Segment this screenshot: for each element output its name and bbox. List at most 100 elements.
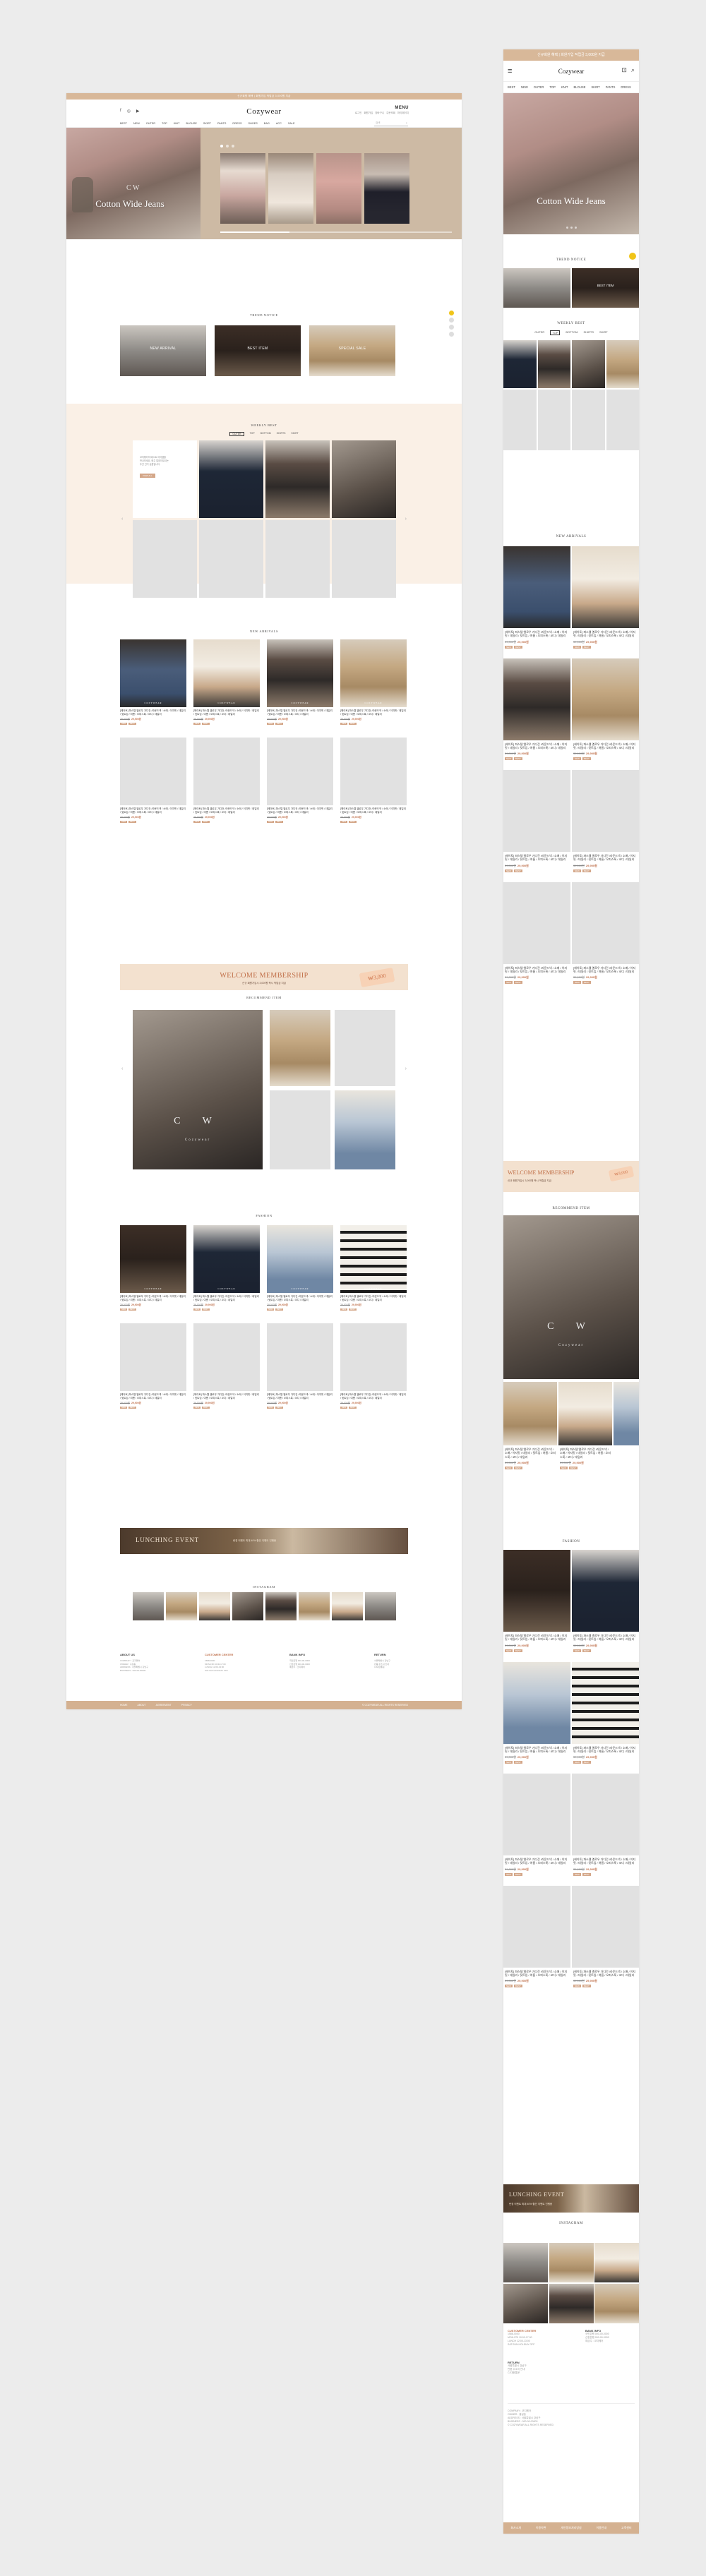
nav-item[interactable]: TOP [162, 122, 167, 125]
product-card[interactable]: [헤이토] 파스텔 옐로우 가디건 /라운드넥 / 소매 / 이지핏 / 데일리… [503, 1774, 570, 1876]
product-name[interactable]: [헤이토] 파스텔 옐로우 가디건 /라운드넥 / 소매 / 이지핏 / 데일리… [503, 630, 570, 638]
mobile-launch-banner[interactable]: LUNCHING EVENT 런칭 이벤트 최대 40% 할인 이벤트 진행중 [503, 2184, 639, 2213]
product-name[interactable]: [헤이토] 파스텔 옐로우 가디건 /라운드넥 / 소매 / 이지핏 / 데일리… [572, 966, 639, 974]
product-image[interactable]: COZYWEAR [193, 1225, 260, 1293]
product-name[interactable]: [헤이토] 파스텔 옐로우 가디건 /라운드넥 / 소매 / 이지핏 / 데일리… [572, 1634, 639, 1642]
weekly-product-placeholder[interactable] [606, 390, 639, 450]
product-image-placeholder[interactable] [503, 1774, 570, 1856]
weekly-product-image[interactable] [503, 340, 537, 388]
product-image-placeholder[interactable] [503, 881, 570, 964]
product-name[interactable]: [헤이토] 파스텔 옐로우 가디건 /라운드넥 / 소매 / 이지핏 / 데일리… [120, 709, 186, 716]
product-image[interactable]: COZYWEAR [120, 1225, 186, 1293]
nav-item[interactable]: OUTER [146, 122, 155, 125]
mobile-logo[interactable]: Cozywear [503, 68, 639, 75]
product-card[interactable]: COZYWEAR [헤이토] 파스텔 옐로우 가디건 /라운드넥 / 소매 / 이… [193, 1225, 260, 1311]
search-input[interactable]: 검색 ⌕ [374, 121, 408, 126]
tab-outer[interactable]: OUTER [534, 330, 544, 335]
weekly-product-placeholder[interactable] [572, 390, 605, 450]
product-name[interactable]: [헤이토] 파스텔 옐로우 가디건 /라운드넥 / 소매 / 이지핏 / 데일리… [193, 1393, 260, 1400]
product-name[interactable]: [헤이토] 파스텔 옐로우 가디건 /라운드넥 / 소매 / 이지핏 / 데일리… [267, 709, 333, 716]
product-name[interactable]: [헤이토] 파스텔 옐로우 가디건 /라운드넥 / 소매 / 이지핏 / 데일리… [193, 1295, 260, 1301]
instagram-image[interactable] [503, 2283, 548, 2323]
product-name[interactable]: [헤이토] 파스텔 옐로우 가디건 /라운드넥 / 소매 / 이지핏 / 데일리… [558, 1448, 612, 1459]
nav-item[interactable]: DRESS [232, 122, 241, 125]
product-card[interactable]: COZYWEAR [헤이토] 파스텔 옐로우 가디건 /라운드넥 / 소매 / 이… [267, 639, 333, 725]
weekly-product-image[interactable] [572, 340, 605, 388]
product-name[interactable]: [헤이토] 파스텔 옐로우 가디건 /라운드넥 / 소매 / 이지핏 / 데일리… [120, 807, 186, 814]
product-image-placeholder[interactable] [572, 770, 639, 853]
weekly-product-image[interactable] [199, 440, 263, 518]
nav-item[interactable]: SHOES [249, 122, 258, 125]
mobile-nav-item[interactable]: OUTER [534, 85, 544, 89]
product-name[interactable]: [헤이토] 파스텔 옐로우 가디건 /라운드넥 / 소매 / 이지핏 / 데일리… [267, 1295, 333, 1301]
product-card[interactable]: [헤이토] 파스텔 옐로우 가디건 /라운드넥 / 소매 / 이지핏 / 데일리… [267, 1323, 333, 1409]
product-card[interactable]: [헤이토] 파스텔 옐로우 가디건 /라운드넥 / 소매 / 이지핏 / 데일리… [503, 881, 570, 985]
product-image[interactable] [503, 658, 570, 740]
product-name[interactable]: [헤이토] 파스텔 옐로우 가디건 /라운드넥 / 소매 / 이지핏 / 데일리… [503, 742, 570, 750]
trend-banner[interactable]: BEST ITEM [572, 268, 639, 308]
mobile-nav-item[interactable]: NEW [521, 85, 528, 89]
weekly-product-image[interactable] [332, 440, 396, 518]
weekly-product-image[interactable] [265, 440, 330, 518]
product-card[interactable]: COZYWEAR [헤이토] 파스텔 옐로우 가디건 /라운드넥 / 소매 / 이… [340, 639, 407, 725]
instagram-image[interactable] [503, 2243, 548, 2282]
product-image-placeholder[interactable] [340, 1323, 407, 1391]
nav-item[interactable]: BEST [120, 122, 127, 125]
instagram-image[interactable] [166, 1592, 197, 1620]
product-image[interactable] [503, 546, 570, 628]
product-card[interactable] [614, 1382, 639, 1469]
product-image-placeholder[interactable] [340, 738, 407, 805]
trend-banner[interactable]: BEST ITEM [215, 325, 301, 376]
product-name[interactable]: [헤이토] 파스텔 옐로우 가디건 /라운드넥 / 소매 / 이지핏 / 데일리… [572, 630, 639, 638]
product-name[interactable]: [헤이토] 파스텔 옐로우 가디건 /라운드넥 / 소매 / 이지핏 / 데일리… [340, 1393, 407, 1400]
product-image[interactable] [572, 1550, 639, 1632]
product-name[interactable]: [헤이토] 파스텔 옐로우 가디건 /라운드넥 / 소매 / 이지핏 / 데일리… [340, 807, 407, 814]
footer-link[interactable]: 개인정보처리방침 [561, 2526, 581, 2530]
footer-link[interactable]: 회사소개 [510, 2526, 521, 2530]
product-card[interactable]: [헤이토] 파스텔 옐로우 가디건 /라운드넥 / 소매 / 이지핏 / 데일리… [572, 770, 639, 872]
hero-pagination[interactable] [220, 145, 234, 148]
product-card[interactable]: [헤이토] 파스텔 옐로우 가디건 /라운드넥 / 소매 / 이지핏 / 데일리… [503, 1382, 557, 1469]
product-name[interactable]: [헤이토] 파스텔 옐로우 가디건 /라운드넥 / 소매 / 이지핏 / 데일리… [503, 1634, 570, 1642]
product-card[interactable]: [헤이토] 파스텔 옐로우 가디건 /라운드넥 / 소매 / 이지핏 / 데일리… [503, 658, 570, 761]
product-name[interactable]: [헤이토] 파스텔 옐로우 가디건 /라운드넥 / 소매 / 이지핏 / 데일리… [503, 1448, 557, 1459]
product-image-placeholder[interactable] [503, 770, 570, 853]
product-card[interactable]: [헤이토] 파스텔 옐로우 가디건 /라운드넥 / 소매 / 이지핏 / 데일리… [340, 1323, 407, 1409]
nav-item[interactable]: BAG [264, 122, 270, 125]
product-image[interactable]: COZYWEAR [120, 639, 186, 707]
hero-thumbnails[interactable] [220, 153, 409, 224]
top-promo-bar[interactable]: 신규회원 혜택 | 회원가입 적립금 3,000원 지급 [66, 93, 462, 100]
product-image[interactable] [572, 546, 639, 628]
mobile-nav-item[interactable]: TOP [549, 85, 556, 89]
weekly-product-image[interactable] [537, 340, 570, 388]
mobile-nav-item[interactable]: DRESS [621, 85, 630, 89]
mobile-nav-item[interactable]: BLOUSE [573, 85, 585, 89]
product-name[interactable]: [헤이토] 파스텔 옐로우 가디건 /라운드넥 / 소매 / 이지핏 / 데일리… [193, 807, 260, 814]
mobile-recommend-main-image[interactable]: C W Cozywear [503, 1215, 639, 1379]
tab-outer[interactable]: OUTER [229, 432, 244, 436]
nav-item[interactable]: PANTS [217, 122, 226, 125]
product-name[interactable]: [헤이토] 파스텔 옐로우 가디건 /라운드넥 / 소매 / 이지핏 / 데일리… [503, 1746, 570, 1754]
instagram-image[interactable] [332, 1592, 363, 1620]
mobile-quick-button[interactable] [629, 253, 636, 260]
weekly-product-placeholder[interactable] [503, 390, 537, 450]
next-arrow-icon[interactable]: › [405, 1066, 407, 1071]
product-name[interactable]: [헤이토] 파스텔 옐로우 가디건 /라운드넥 / 소매 / 이지핏 / 데일리… [503, 966, 570, 974]
product-card[interactable]: [헤이토] 파스텔 옐로우 가디건 /라운드넥 / 소매 / 이지핏 / 데일리… [572, 546, 639, 649]
product-name[interactable]: [헤이토] 파스텔 옐로우 가디건 /라운드넥 / 소매 / 이지핏 / 데일리… [120, 1295, 186, 1301]
product-card[interactable]: [헤이토] 파스텔 옐로우 가디건 /라운드넥 / 소매 / 이지핏 / 데일리… [120, 738, 186, 823]
product-name[interactable]: [헤이토] 파스텔 옐로우 가디건 /라운드넥 / 소매 / 이지핏 / 데일리… [267, 1393, 333, 1400]
membership-banner[interactable]: WELCOME MEMBERSHIP 신규 회원가입시 3,000원 즉시 적립… [120, 964, 408, 990]
product-image[interactable] [572, 1661, 639, 1744]
tab-bottom[interactable]: BOTTOM [566, 330, 578, 335]
tab-shirts[interactable]: SHIRTS [583, 330, 594, 335]
product-card[interactable]: [헤이토] 파스텔 옐로우 가디건 /라운드넥 / 소매 / 이지핏 / 데일리… [503, 770, 570, 872]
product-image-placeholder[interactable] [572, 1885, 639, 1968]
hero-slider[interactable]: C W Cotton Wide Jeans [66, 128, 462, 239]
product-name[interactable]: [헤이토] 파스텔 옐로우 가디건 /라운드넥 / 소매 / 이지핏 / 데일리… [340, 709, 407, 716]
nav-item[interactable]: NEW [133, 122, 140, 125]
product-name[interactable]: [헤이토] 파스텔 옐로우 가디건 /라운드넥 / 소매 / 이지핏 / 데일리… [572, 1746, 639, 1754]
product-image-placeholder[interactable] [120, 738, 186, 805]
product-image[interactable]: COZYWEAR [340, 1225, 407, 1293]
weekly-product-placeholder[interactable] [133, 520, 197, 598]
